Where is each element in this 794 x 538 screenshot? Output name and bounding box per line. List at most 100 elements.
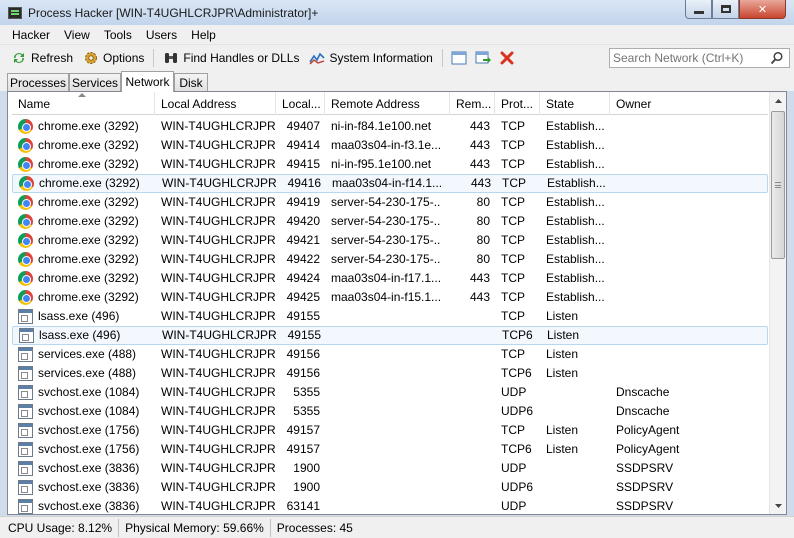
process-name-text: svchost.exe (1084) xyxy=(38,385,140,399)
remote-port-cell xyxy=(448,497,490,514)
owner-cell xyxy=(616,155,716,174)
grip-icon xyxy=(775,182,781,188)
column-name[interactable]: Name xyxy=(12,92,155,115)
protocol-cell: TCP xyxy=(501,233,525,247)
options-label: Options xyxy=(103,51,145,65)
menu-tools[interactable]: Tools xyxy=(97,28,139,42)
table-row[interactable]: services.exe (488) WIN-T4UGHLCRJPR 49156 TC… xyxy=(12,345,768,364)
table-row[interactable]: chrome.exe (3292) WIN-T4UGHLCRJPR 49407 ni-… xyxy=(12,117,768,136)
search-icon[interactable] xyxy=(770,51,784,65)
table-row[interactable]: services.exe (488) WIN-T4UGHLCRJPR 49156 TC… xyxy=(12,364,768,383)
minimize-icon xyxy=(693,10,704,14)
process-name-cell: chrome.exe (3292) xyxy=(18,269,158,288)
table-row[interactable]: chrome.exe (3292) WIN-T4UGHLCRJPR 49420 ser… xyxy=(12,212,768,231)
process-name-text: chrome.exe (3292) xyxy=(38,195,139,209)
find-handles-button[interactable]: Find Handles or DLLs xyxy=(158,47,304,69)
column-remote-port[interactable]: Rem... xyxy=(450,92,495,115)
column-state[interactable]: State xyxy=(540,92,610,115)
protocol-cell: TCP6 xyxy=(502,328,533,342)
local-port-cell: 49155 xyxy=(286,309,320,323)
table-row[interactable]: chrome.exe (3292) WIN-T4UGHLCRJPR 49419 ser… xyxy=(12,193,768,212)
table-row[interactable]: chrome.exe (3292) WIN-T4UGHLCRJPR 49422 ser… xyxy=(12,250,768,269)
menu-users[interactable]: Users xyxy=(139,28,184,42)
close-button[interactable]: ✕ xyxy=(739,0,786,19)
local-address-cell: WIN-T4UGHLCRJPR xyxy=(161,385,276,399)
application-icon xyxy=(18,480,33,495)
protocol-cell: UDP xyxy=(501,499,527,513)
table-row[interactable]: svchost.exe (3836) WIN-T4UGHLCRJPR 1900 UDP… xyxy=(12,478,768,497)
table-row[interactable]: svchost.exe (1084) WIN-T4UGHLCRJPR 5355 UDP… xyxy=(12,383,768,402)
scroll-up-icon[interactable] xyxy=(770,92,786,109)
column-local-address[interactable]: Local Address xyxy=(155,92,276,115)
remote-port-cell xyxy=(448,478,490,497)
local-port-cell: 49422 xyxy=(286,252,320,266)
process-name-text: chrome.exe (3292) xyxy=(38,214,139,228)
process-name-text: chrome.exe (3292) xyxy=(38,290,139,304)
table-row[interactable]: chrome.exe (3292) WIN-T4UGHLCRJPR 49416 maa… xyxy=(12,174,768,193)
remote-port-cell xyxy=(448,440,490,459)
system-information-button[interactable]: System Information xyxy=(304,47,437,69)
local-port-cell: 49420 xyxy=(286,214,320,228)
protocol-cell: TCP xyxy=(501,157,525,171)
process-name-text: chrome.exe (3292) xyxy=(38,233,139,247)
terminate-icon[interactable] xyxy=(498,49,516,67)
table-row[interactable]: svchost.exe (1084) WIN-T4UGHLCRJPR 5355 UDP… xyxy=(12,402,768,421)
search-input[interactable] xyxy=(610,51,770,65)
local-address-cell: WIN-T4UGHLCRJPR xyxy=(161,157,276,171)
remote-port-cell: 443 xyxy=(469,157,490,171)
local-port-cell: 49421 xyxy=(286,233,320,247)
owner-cell xyxy=(616,136,716,155)
table-row[interactable]: lsass.exe (496) WIN-T4UGHLCRJPR 49155 TCP6 L… xyxy=(12,326,768,345)
table-row[interactable]: chrome.exe (3292) WIN-T4UGHLCRJPR 49424 maa… xyxy=(12,269,768,288)
toolbar-separator xyxy=(153,49,155,67)
process-name-text: chrome.exe (3292) xyxy=(38,252,139,266)
remote-port-cell: 443 xyxy=(469,271,490,285)
protocol-cell: UDP xyxy=(501,385,527,399)
owner-cell: SSDPSRV xyxy=(616,499,674,513)
local-port-cell: 5355 xyxy=(293,404,320,418)
chrome-icon xyxy=(18,290,33,305)
tab-network[interactable]: Network xyxy=(121,71,174,92)
table-row[interactable]: chrome.exe (3292) WIN-T4UGHLCRJPR 49421 ser… xyxy=(12,231,768,250)
protocol-cell: TCP xyxy=(501,195,525,209)
state-cell: Listen xyxy=(546,309,579,323)
window-go-icon[interactable] xyxy=(474,49,492,67)
refresh-button[interactable]: Refresh xyxy=(6,47,78,69)
table-row[interactable]: svchost.exe (1756) WIN-T4UGHLCRJPR 49157 TC… xyxy=(12,421,768,440)
column-protocol[interactable]: Prot... xyxy=(495,92,540,115)
tab-processes[interactable]: Processes xyxy=(7,73,69,91)
protocol-cell: TCP6 xyxy=(501,366,532,380)
table-row[interactable]: chrome.exe (3292) WIN-T4UGHLCRJPR 49414 maa… xyxy=(12,136,768,155)
minimize-button[interactable] xyxy=(685,0,712,19)
table-row[interactable]: chrome.exe (3292) WIN-T4UGHLCRJPR 49415 ni-… xyxy=(12,155,768,174)
menu-help[interactable]: Help xyxy=(184,28,223,42)
table-row[interactable]: svchost.exe (1756) WIN-T4UGHLCRJPR 49157 TC… xyxy=(12,440,768,459)
menu-hacker[interactable]: Hacker xyxy=(0,28,57,42)
scroll-thumb[interactable] xyxy=(771,111,785,259)
maximize-button[interactable] xyxy=(712,0,739,19)
scroll-down-icon[interactable] xyxy=(770,497,786,514)
tab-disk[interactable]: Disk xyxy=(174,73,208,91)
column-remote-address[interactable]: Remote Address xyxy=(325,92,450,115)
table-row[interactable]: lsass.exe (496) WIN-T4UGHLCRJPR 49155 TCP Li… xyxy=(12,307,768,326)
column-local-port[interactable]: Local... xyxy=(276,92,325,115)
chrome-icon xyxy=(18,271,33,286)
process-name-text: services.exe (488) xyxy=(38,366,137,380)
table-row[interactable]: svchost.exe (3836) WIN-T4UGHLCRJPR 63141 UD… xyxy=(12,497,768,514)
table-row[interactable]: svchost.exe (3836) WIN-T4UGHLCRJPR 1900 UDP… xyxy=(12,459,768,478)
chrome-icon xyxy=(18,138,33,153)
vertical-scrollbar[interactable] xyxy=(769,92,786,514)
window-icon[interactable] xyxy=(450,49,468,67)
process-name-text: chrome.exe (3292) xyxy=(38,138,139,152)
tab-services[interactable]: Services xyxy=(69,73,121,91)
process-count: Processes: 45 xyxy=(276,520,353,535)
remote-port-cell: 443 xyxy=(469,138,490,152)
table-row[interactable]: chrome.exe (3292) WIN-T4UGHLCRJPR 49425 maa… xyxy=(12,288,768,307)
state-cell: Establish... xyxy=(546,233,605,247)
remote-address-cell: server-54-230-175-... xyxy=(331,252,441,266)
menu-view[interactable]: View xyxy=(57,28,97,42)
column-owner[interactable]: Owner xyxy=(610,92,768,115)
process-name-cell: lsass.exe (496) xyxy=(19,326,159,345)
chrome-icon xyxy=(18,157,33,172)
options-button[interactable]: Options xyxy=(78,47,149,69)
